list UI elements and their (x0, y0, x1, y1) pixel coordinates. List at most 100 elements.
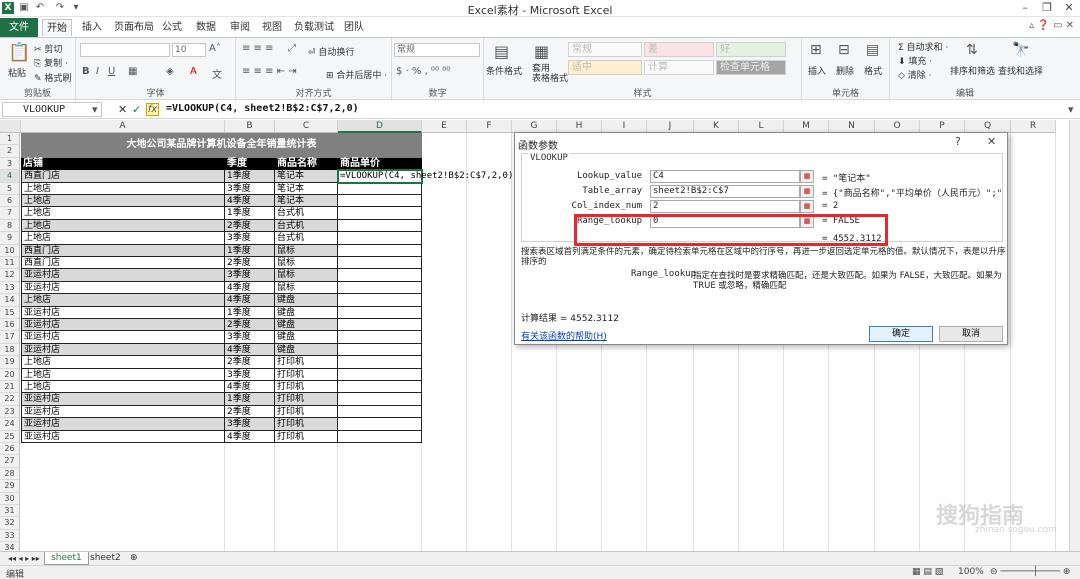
table-cell[interactable]: 3季度 (225, 269, 275, 282)
style-good[interactable]: 好 (716, 42, 786, 57)
table-cell[interactable]: 2季度 (225, 257, 275, 270)
row-header[interactable]: 11 (0, 257, 20, 270)
table-cell[interactable]: 西直门店 (21, 170, 225, 183)
tab-review[interactable]: 审阅 (226, 19, 254, 36)
name-box[interactable]: VLOOKUP (2, 102, 102, 117)
row-header[interactable]: 13 (0, 281, 20, 295)
tab-team[interactable]: 团队 (340, 19, 368, 36)
row-header[interactable]: 28 (0, 467, 20, 481)
table-cell[interactable]: 4季度 (225, 381, 275, 394)
table-cell[interactable]: 上地店 (21, 207, 225, 220)
table-cell[interactable]: 1季度 (225, 207, 275, 220)
clear-button[interactable]: ◇ 清除 · (898, 68, 932, 81)
table-cell[interactable]: 3季度 (225, 331, 275, 344)
price-cell[interactable] (338, 430, 422, 443)
format-painter-button[interactable]: ✎ 格式刷 (34, 71, 71, 84)
expand-formula-icon[interactable]: ▾ (1068, 103, 1074, 116)
enter-entry-icon[interactable]: ✓ (132, 103, 141, 116)
table-cell[interactable]: 3季度 (225, 418, 275, 431)
row-header[interactable]: 14 (0, 294, 20, 307)
price-cell[interactable] (338, 393, 422, 406)
table-cell[interactable]: 亚运村店 (21, 418, 225, 431)
tab-insert[interactable]: 插入 (78, 19, 106, 36)
row-header[interactable]: 33 (0, 529, 20, 543)
sort-filter-icon[interactable]: ⇅ (966, 42, 978, 58)
table-cell[interactable]: 4季度 (225, 430, 275, 443)
table-header-cell[interactable]: 商品名称 (275, 157, 338, 171)
cut-button[interactable]: ✂ 剪切 (34, 42, 62, 55)
copy-button[interactable]: ⎘ 复制 · (34, 56, 68, 69)
minimize-button[interactable]: – (1014, 0, 1036, 16)
table-cell[interactable]: 1季度 (225, 170, 275, 183)
tab-data[interactable]: 数据 (192, 19, 220, 36)
table-cell[interactable]: 3季度 (225, 182, 275, 195)
row-header[interactable]: 9 (0, 232, 20, 245)
price-cell[interactable] (338, 281, 422, 295)
collapse-dialog-icon[interactable]: ▦ (800, 185, 814, 198)
row-header[interactable]: 6 (0, 195, 20, 208)
underline-icon[interactable]: U (108, 66, 115, 77)
table-cell[interactable]: 2季度 (225, 405, 275, 419)
table-cell[interactable]: 亚运村店 (21, 405, 225, 419)
tab-file[interactable]: 文件 (0, 18, 38, 37)
table-cell[interactable]: 鼠标 (275, 269, 338, 282)
insert-button[interactable]: 插入 (808, 64, 826, 77)
cancel-entry-icon[interactable]: ✕ (118, 103, 127, 116)
price-cell[interactable] (338, 269, 422, 282)
insert-cells-icon[interactable]: ⊞ (810, 42, 822, 58)
price-cell[interactable] (338, 418, 422, 431)
format-cells-icon[interactable]: ▤ (866, 42, 879, 58)
row-header[interactable]: 18 (0, 343, 20, 357)
row-header[interactable]: 3 (0, 157, 20, 171)
delete-cells-icon[interactable]: ⊟ (838, 42, 850, 58)
price-cell[interactable] (338, 195, 422, 208)
row-header[interactable]: 12 (0, 269, 20, 282)
table-cell[interactable]: 亚运村店 (21, 269, 225, 282)
font-size-select[interactable]: 10 (172, 43, 206, 57)
conditional-format-button[interactable]: 条件格式 (486, 64, 522, 77)
row-header[interactable]: 4 (0, 170, 20, 183)
column-header[interactable]: C (275, 120, 338, 133)
table-cell[interactable]: 上地店 (21, 368, 225, 381)
merge-center-button[interactable]: ⊞ 合并后居中 · (326, 68, 387, 81)
style-calculation[interactable]: 计算 (644, 60, 714, 75)
row-header[interactable]: 24 (0, 418, 20, 431)
sheet-nav-icon[interactable]: ◂◂ ◂ ▸ ▸▸ (2, 552, 46, 565)
tab-load-test[interactable]: 负载测试 (290, 19, 338, 36)
sheet-title[interactable]: 大地公司某品牌计算机设备全年销量统计表 (21, 133, 422, 158)
delete-button[interactable]: 删除 (836, 64, 854, 77)
style-check-cell[interactable]: 检查单元格 (716, 60, 786, 75)
table-cell[interactable]: 4季度 (225, 294, 275, 307)
row-header[interactable]: 8 (0, 219, 20, 233)
fill-button[interactable]: ⬇ 填充 · (898, 54, 932, 67)
row-header[interactable]: 32 (0, 517, 20, 530)
column-header[interactable]: F (467, 120, 512, 133)
help-icons[interactable]: ▵ ❓ ▭ ✕ (1029, 20, 1074, 31)
insert-function-icon[interactable]: fx (146, 103, 159, 116)
table-cell[interactable]: 上地店 (21, 294, 225, 307)
row-header[interactable]: 15 (0, 306, 20, 319)
tab-formulas[interactable]: 公式 (158, 19, 186, 36)
formula-input[interactable]: =VLOOKUP(C4, sheet2!B$2:C$7,2,0) (166, 103, 359, 114)
table-cell[interactable]: 鼠标 (275, 281, 338, 295)
dialog-help-button[interactable]: ? (955, 135, 961, 148)
row-header[interactable]: 30 (0, 492, 20, 505)
row-header[interactable]: 34 (0, 542, 20, 551)
paste-icon[interactable]: 📋 (8, 42, 30, 63)
table-cell[interactable]: 2季度 (225, 356, 275, 369)
table-cell[interactable]: 笔记本 (275, 182, 338, 195)
table-cell[interactable]: 亚运村店 (21, 331, 225, 344)
table-cell[interactable]: 2季度 (225, 219, 275, 233)
active-cell[interactable]: =VLOOKUP(C4, sheet2!B$2:C$7,2,0) (337, 169, 513, 184)
table-array-input[interactable]: sheet2!B$2:C$7 (650, 185, 800, 198)
collapse-dialog-icon[interactable]: ▦ (800, 170, 814, 183)
price-cell[interactable] (338, 405, 422, 419)
table-cell[interactable]: 4季度 (225, 281, 275, 295)
row-header[interactable]: 22 (0, 393, 20, 406)
column-header[interactable]: R (1011, 120, 1056, 133)
find-icon[interactable]: 🔭 (1012, 42, 1029, 58)
align-left-icon[interactable]: ≡ ≡ ≡ ⇤ ⇥ (242, 66, 297, 77)
price-cell[interactable] (338, 356, 422, 369)
price-cell[interactable] (338, 219, 422, 233)
table-cell[interactable]: 上地店 (21, 182, 225, 195)
